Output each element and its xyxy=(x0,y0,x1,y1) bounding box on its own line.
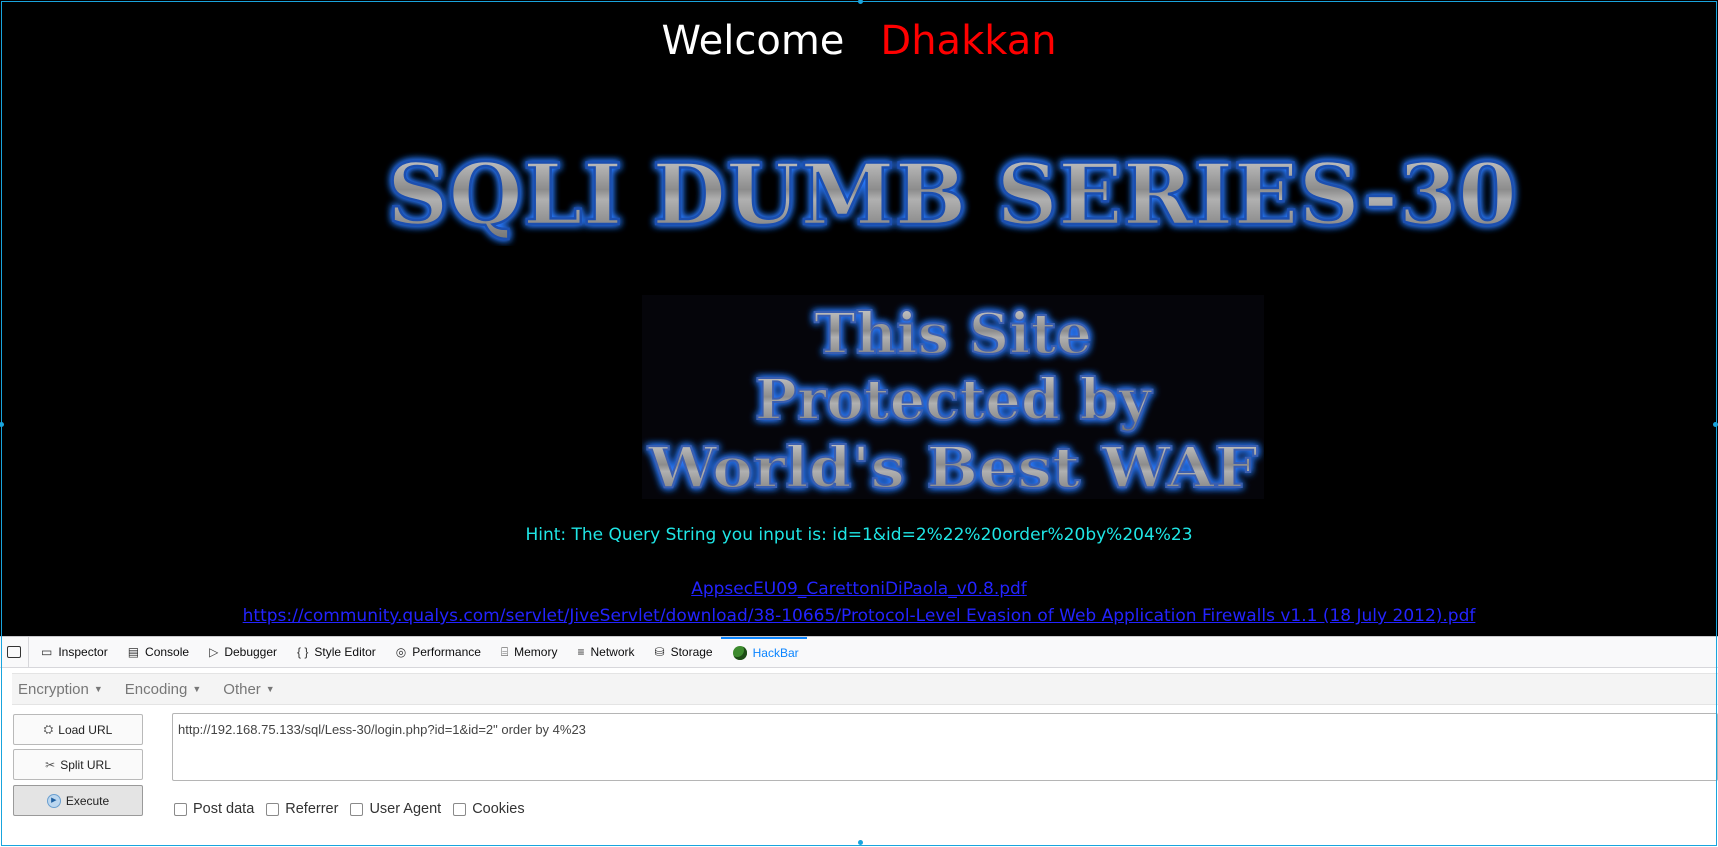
tab-label: Network xyxy=(590,645,635,659)
welcome-heading: Welcome Dhakkan xyxy=(0,18,1718,64)
url-textarea[interactable]: http://192.168.75.133/sql/Less-30/login.… xyxy=(172,713,1718,781)
waf-banner-line-2: Protected by xyxy=(755,367,1153,433)
menu-label: Encoding xyxy=(124,680,188,698)
tab-label: Performance xyxy=(412,645,481,659)
devtools-panel: ▭ Inspector ▤ Console ▷ Debugger { } Style E… xyxy=(0,636,1718,847)
referrer-option[interactable]: Referrer xyxy=(266,801,338,817)
option-label: User Agent xyxy=(369,801,442,817)
tab-network[interactable]: ≡ Network xyxy=(565,637,642,667)
post-data-option[interactable]: Post data xyxy=(174,801,254,817)
referrer-checkbox[interactable] xyxy=(266,802,280,816)
debugger-icon: ▷ xyxy=(209,645,219,659)
hackbar-icon xyxy=(732,646,747,660)
user-agent-checkbox[interactable] xyxy=(350,802,364,816)
tab-memory[interactable]: ⌸ Memory xyxy=(489,637,566,667)
qualys-pdf-link[interactable]: https://community.qualys.com/servlet/Jiv… xyxy=(243,606,1476,626)
button-label: Split URL xyxy=(60,757,111,772)
caret-down-icon: ▼ xyxy=(93,683,103,694)
split-url-button[interactable]: ✂ Split URL xyxy=(13,749,143,780)
network-icon: ≡ xyxy=(577,645,585,659)
memory-icon: ⌸ xyxy=(500,644,509,659)
series-title-text: SQLI DUMB SERIES-30 xyxy=(387,145,1517,244)
button-label: Execute xyxy=(65,793,110,808)
load-url-icon: ⛭ xyxy=(43,722,54,736)
tab-label: Debugger xyxy=(224,645,278,659)
tab-label: Memory xyxy=(514,645,558,659)
style-editor-icon: { } xyxy=(297,645,309,659)
storage-icon: ⛁ xyxy=(654,645,665,659)
tab-label: Inspector xyxy=(58,645,108,659)
tab-performance[interactable]: ◎ Performance xyxy=(384,637,489,667)
waf-banner-line-1: This Site xyxy=(814,301,1092,367)
hackbar-menubar: Encryption ▼ Encoding ▼ Other ▼ xyxy=(12,673,1718,705)
tab-console[interactable]: ▤ Console xyxy=(116,637,197,667)
waf-banner-line-3: World's Best WAF xyxy=(647,435,1258,499)
hackbar-options: Post data Referrer User Agent Cookies xyxy=(174,801,537,817)
element-picker-button[interactable] xyxy=(0,637,29,667)
execute-button[interactable]: ▶ Execute xyxy=(13,785,143,816)
option-label: Cookies xyxy=(472,801,525,817)
tab-debugger[interactable]: ▷ Debugger xyxy=(197,637,285,667)
menu-label: Other xyxy=(223,680,261,698)
tab-label: Style Editor xyxy=(314,645,376,659)
welcome-username: Dhakkan xyxy=(880,18,1057,64)
tab-storage[interactable]: ⛁ Storage xyxy=(643,637,721,667)
menu-label: Encryption xyxy=(18,680,89,698)
caret-down-icon: ▼ xyxy=(192,683,202,694)
tab-hackbar[interactable]: HackBar xyxy=(720,637,807,667)
web-page: Welcome Dhakkan SQLI DUMB SERIES-30 This … xyxy=(0,0,1718,636)
performance-icon: ◎ xyxy=(395,645,407,659)
element-picker-icon xyxy=(7,646,21,658)
other-menu[interactable]: Other ▼ xyxy=(223,681,274,698)
caret-down-icon: ▼ xyxy=(265,683,275,694)
cookies-checkbox[interactable] xyxy=(453,802,467,816)
tab-label: HackBar xyxy=(752,646,799,660)
option-label: Post data xyxy=(193,801,255,817)
play-icon: ▶ xyxy=(46,793,61,808)
appsec-pdf-link[interactable]: AppsecEU09_CarettoniDiPaola_v0.8.pdf xyxy=(691,579,1027,599)
inspector-icon: ▭ xyxy=(41,645,53,659)
load-url-button[interactable]: ⛭ Load URL xyxy=(13,714,143,745)
cookies-option[interactable]: Cookies xyxy=(453,801,525,817)
tab-label: Storage xyxy=(670,645,713,659)
post-data-checkbox[interactable] xyxy=(174,802,187,816)
series-title-banner: SQLI DUMB SERIES-30 xyxy=(386,144,1519,246)
tab-inspector[interactable]: ▭ Inspector xyxy=(29,637,116,667)
encryption-menu[interactable]: Encryption ▼ xyxy=(18,681,103,698)
tab-style-editor[interactable]: { } Style Editor xyxy=(285,637,384,667)
console-icon: ▤ xyxy=(127,645,140,659)
button-label: Load URL xyxy=(58,722,113,737)
encoding-menu[interactable]: Encoding ▼ xyxy=(125,681,201,698)
query-hint: Hint: The Query String you input is: id=… xyxy=(525,525,1193,545)
scissors-icon: ✂ xyxy=(45,757,56,772)
welcome-label: Welcome xyxy=(661,18,845,64)
devtools-tabbar: ▭ Inspector ▤ Console ▷ Debugger { } Style E… xyxy=(0,637,1718,668)
waf-banner: This Site Protected by World's Best WAF xyxy=(642,295,1264,499)
option-label: Referrer xyxy=(285,801,339,817)
tab-label: Console xyxy=(145,645,190,659)
user-agent-option[interactable]: User Agent xyxy=(350,801,441,817)
